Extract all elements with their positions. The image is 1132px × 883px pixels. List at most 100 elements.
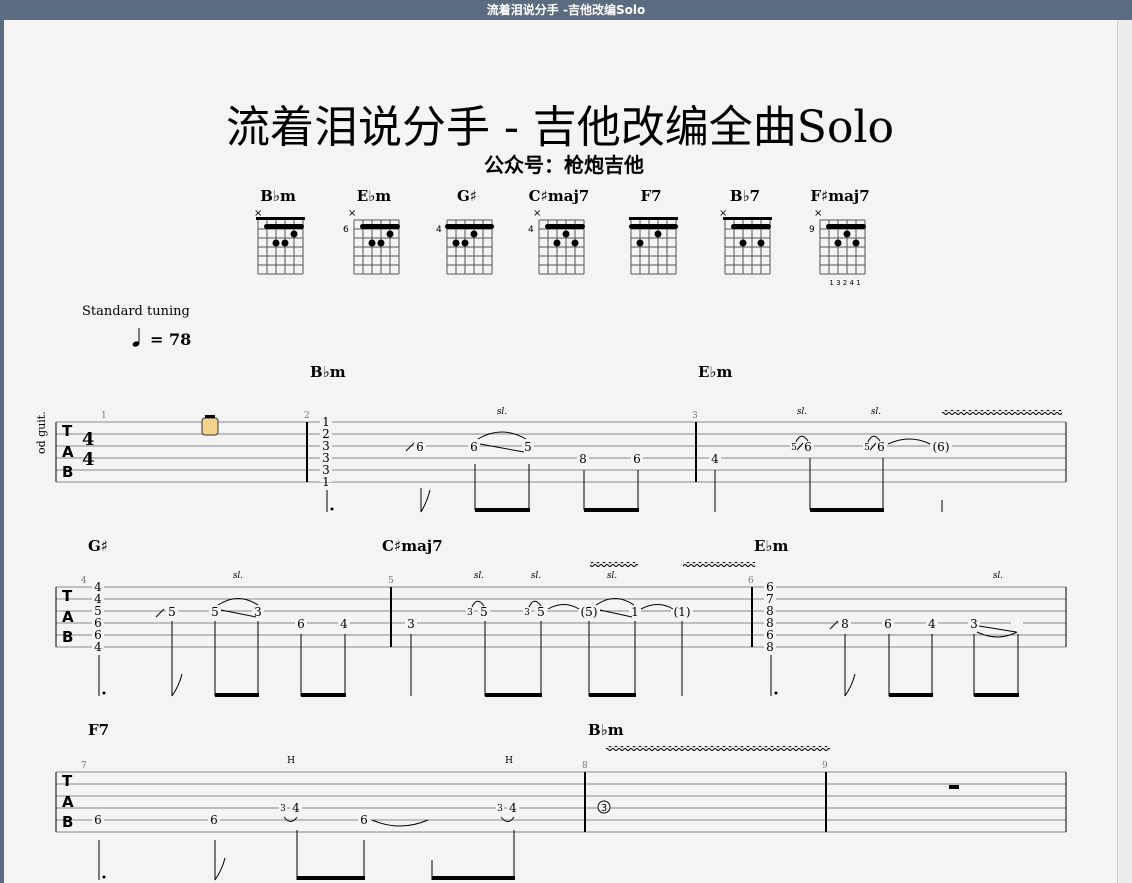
chord-diagram-fsharpmaj7: F♯maj7 × 9 1 3 2 4 1 — [809, 187, 870, 287]
tab-note: 4 — [340, 617, 348, 631]
tab-note: 5 — [791, 443, 797, 453]
chord-diagram-fret: 4 — [436, 225, 442, 235]
measure-number: 5 — [388, 576, 394, 586]
measure-number: 6 — [748, 576, 754, 586]
tab-note: 3 — [467, 608, 473, 618]
tab-clef: T — [62, 772, 73, 790]
tab-note: 4 — [292, 801, 300, 815]
measure-number: 8 — [582, 761, 588, 771]
quarter-note-icon — [132, 328, 140, 347]
tab-note: 5 — [864, 443, 870, 453]
tab-system-1: B♭m E♭m od guit. T A B 4 4 1 2 3 1 2 3 3… — [35, 363, 1067, 513]
chord-diagram-name: C♯maj7 — [529, 187, 590, 205]
chord-diagram-fret: 6 — [343, 225, 349, 235]
tab-clef: B — [62, 813, 73, 831]
measure-number: 1 — [101, 411, 107, 421]
measure-number: 2 — [304, 411, 310, 421]
svg-text:×: × — [533, 208, 541, 219]
tab-clef: B — [62, 463, 73, 481]
chord-diagram-ebm: E♭m × 6 — [343, 187, 400, 275]
tab-note: 6 — [210, 813, 218, 827]
measure-number: 4 — [81, 576, 87, 586]
chord-diagram-name: F7 — [640, 187, 661, 205]
chord-name: E♭m — [698, 363, 733, 381]
measure-number: 7 — [81, 761, 87, 771]
tab-clef: A — [62, 608, 74, 626]
tab-note: 6 — [877, 440, 885, 454]
chord-name: B♭m — [310, 363, 346, 381]
slide-marking: sl. — [871, 407, 881, 417]
tab-note: 6 — [360, 813, 368, 827]
chord-diagram-name: G♯ — [457, 187, 477, 205]
instrument-label: od guit. — [35, 411, 48, 454]
tab-note: 1 — [631, 605, 639, 619]
tab-note: 3 — [497, 804, 503, 814]
tab-clef: T — [62, 587, 73, 605]
whole-rest-marker — [201, 415, 219, 436]
vertical-scrollbar[interactable] — [1117, 20, 1132, 883]
chord-name: C♯maj7 — [382, 537, 443, 555]
chord-diagram-name: E♭m — [357, 187, 392, 205]
chord-diagram-name: B♭7 — [730, 187, 760, 205]
tab-note: 6 — [884, 617, 892, 631]
chord-name: E♭m — [754, 537, 789, 555]
slide-marking: sl. — [474, 571, 484, 581]
tab-note: (5) — [581, 605, 598, 619]
measure-number: 9 — [822, 761, 828, 771]
tab-clef: A — [62, 793, 74, 811]
tab-note: 3 — [524, 608, 530, 618]
tab-note: 4 — [711, 452, 719, 466]
tab-clef: A — [62, 443, 74, 461]
tab-note: 8 — [766, 640, 774, 654]
tab-note: 6 — [633, 452, 641, 466]
hammer-on-marking: H — [505, 756, 513, 766]
string-number-icon: 3 — [597, 800, 611, 814]
measure-number: 3 — [692, 411, 698, 421]
chord-diagram-fingering: 1 3 2 4 1 — [829, 279, 860, 287]
chord-diagram-bbm: B♭m × — [254, 187, 305, 275]
tab-note: 6 — [804, 440, 812, 454]
slide-marking: sl. — [233, 571, 243, 581]
vibrato-marking — [590, 562, 638, 567]
tab-note: 5 — [168, 605, 176, 619]
tab-note: 1 — [322, 475, 330, 489]
chord-name: F7 — [88, 721, 109, 739]
vibrato-marking — [942, 410, 1062, 415]
window-title: 流着泪说分手 -吉他改编Solo — [0, 0, 1132, 20]
string-number: 3 — [601, 803, 607, 814]
chord-diagram-gsharp: G♯ 4 — [436, 187, 494, 275]
svg-text:×: × — [814, 208, 822, 219]
vibrato-marking — [683, 562, 755, 567]
tab-system-2: G♯ C♯maj7 E♭m T A B 4 5 6 4 4 5 6 6 4 5 … — [55, 537, 1067, 697]
tab-note: 6 — [470, 440, 478, 454]
tab-note: 8 — [579, 452, 587, 466]
hammer-on-marking: H — [287, 756, 295, 766]
tab-note: 5 — [524, 440, 532, 454]
tab-note: 5 — [211, 605, 219, 619]
tab-note: 4 — [94, 640, 102, 654]
slide-marking: sl. — [607, 571, 617, 581]
tab-note: 5 — [537, 605, 545, 619]
tab-note: (6) — [933, 440, 950, 454]
chord-diagram-name: F♯maj7 — [810, 187, 869, 205]
slide-marking: sl. — [497, 407, 507, 417]
svg-text:×: × — [348, 208, 356, 219]
tab-note: 6 — [416, 440, 424, 454]
score-title: 流着泪说分手 - 吉他改编全曲Solo — [226, 102, 894, 153]
tab-note: 3 — [280, 804, 286, 814]
score-page[interactable]: 流着泪说分手 - 吉他改编全曲Solo 公众号：枪炮吉他 B♭m × E♭m ×… — [4, 20, 1117, 883]
tab-note: 6 — [94, 813, 102, 827]
chord-diagram-f7: F7 — [629, 187, 678, 275]
slide-marking: sl. — [531, 571, 541, 581]
rest-marker — [949, 785, 959, 789]
time-signature-top: 4 — [82, 429, 95, 450]
tab-note: 6 — [297, 617, 305, 631]
tab-note: 3 — [407, 617, 415, 631]
chord-diagram-csharpmaj7: C♯maj7 × 4 — [528, 187, 590, 275]
chord-name: G♯ — [88, 537, 108, 555]
slide-marking: sl. — [993, 571, 1003, 581]
chord-diagram-name: B♭m — [260, 187, 296, 205]
tab-note: 5 — [480, 605, 488, 619]
tab-note: 3 — [970, 617, 978, 631]
tab-note: 4 — [509, 801, 517, 815]
